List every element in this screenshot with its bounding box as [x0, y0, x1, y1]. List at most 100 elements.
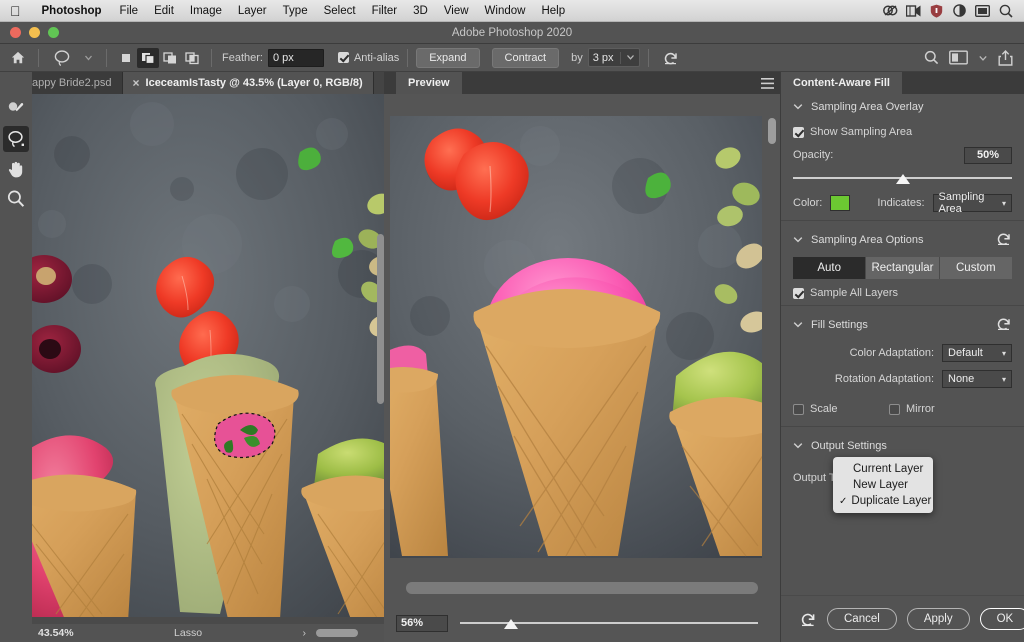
menu-3d[interactable]: 3D [405, 0, 436, 22]
preview-zoom-slider-thumb[interactable] [503, 619, 518, 629]
tool-preset-caret-icon[interactable] [79, 48, 98, 68]
sample-all-layers-checkbox-box[interactable] [793, 287, 804, 299]
share-icon[interactable] [993, 48, 1018, 68]
preview-horizontal-scrollbar-thumb[interactable] [406, 582, 758, 594]
reset-icon[interactable] [799, 611, 817, 627]
status-zoom-level[interactable]: 43.54% [32, 627, 84, 639]
sample-all-layers-checkbox[interactable]: Sample All Layers [793, 287, 1012, 299]
opacity-slider-thumb[interactable] [895, 174, 910, 184]
show-sampling-area-checkbox[interactable]: Show Sampling Area [793, 126, 1012, 138]
screen-icon[interactable] [972, 0, 993, 22]
scale-checkbox[interactable]: Scale [793, 403, 889, 415]
menu-layer[interactable]: Layer [230, 0, 275, 22]
reset-icon[interactable] [995, 231, 1012, 249]
cancel-button[interactable]: Cancel [827, 608, 897, 630]
menu-file[interactable]: File [112, 0, 147, 22]
opacity-slider[interactable] [793, 170, 1012, 186]
scale-checkbox-box[interactable] [793, 403, 804, 415]
tab-content-aware-fill[interactable]: Content-Aware Fill [781, 72, 902, 94]
output-settings-header[interactable]: Output Settings [793, 433, 1012, 459]
mirror-checkbox-box[interactable] [889, 403, 900, 415]
workspace-icon[interactable] [944, 48, 973, 68]
document-tab-happy-bride[interactable]: appy Bride2.psd [22, 72, 123, 94]
mirror-checkbox[interactable]: Mirror [889, 403, 935, 415]
lasso-tool[interactable] [3, 126, 29, 152]
ok-button[interactable]: OK [979, 608, 1024, 630]
subtract-from-selection-icon[interactable] [159, 48, 181, 68]
document-horizontal-scrollbar[interactable] [32, 617, 384, 624]
sampling-overlay-header[interactable]: Sampling Area Overlay [793, 94, 1012, 120]
chevron-down-icon[interactable]: ▾ [1002, 349, 1006, 358]
segment-auto[interactable]: Auto [793, 257, 867, 279]
close-icon[interactable]: × [133, 76, 140, 90]
spotlight-search-icon[interactable] [995, 0, 1016, 22]
creative-cloud-icon[interactable] [880, 0, 901, 22]
menu-help[interactable]: Help [533, 0, 573, 22]
preview-stage[interactable] [390, 116, 762, 558]
indicates-select[interactable]: Sampling Area ▾ [932, 191, 1012, 215]
preview-horizontal-scrollbar-track[interactable] [406, 582, 758, 594]
rotation-adaptation-select[interactable]: None ▾ [942, 370, 1012, 388]
opacity-input[interactable] [964, 146, 1012, 164]
fill-settings-header[interactable]: Fill Settings [793, 312, 1012, 338]
reset-icon[interactable] [995, 316, 1012, 334]
antialias-checkbox[interactable]: Anti-alias [337, 52, 399, 64]
intersect-selection-icon[interactable] [181, 48, 203, 68]
segment-custom[interactable]: Custom [939, 257, 1012, 279]
hand-tool[interactable] [3, 156, 29, 182]
chevron-down-icon[interactable] [793, 235, 803, 245]
spot-healing-brush-tool[interactable] [3, 96, 29, 122]
expand-button[interactable]: Expand [416, 47, 480, 68]
document-canvas[interactable] [32, 94, 384, 642]
chevron-down-icon[interactable] [793, 320, 803, 330]
menu-edit[interactable]: Edit [146, 0, 182, 22]
apply-button[interactable]: Apply [906, 608, 970, 630]
menu-select[interactable]: Select [316, 0, 364, 22]
chevron-down-icon[interactable]: ▾ [1002, 375, 1006, 384]
antialias-checkbox-box[interactable] [337, 52, 349, 63]
output-to-dropdown-menu[interactable]: Current Layer New Layer ✓ Duplicate Laye… [833, 457, 933, 513]
display-capture-icon[interactable] [903, 0, 924, 22]
contract-button[interactable]: Contract [491, 47, 560, 68]
menu-type[interactable]: Type [275, 0, 316, 22]
zoom-tool[interactable] [3, 186, 29, 212]
feather-input[interactable] [267, 48, 324, 67]
menu-image[interactable]: Image [182, 0, 230, 22]
chevron-down-icon[interactable] [793, 102, 803, 112]
menu-photoshop[interactable]: Photoshop [34, 0, 112, 22]
chevron-down-icon[interactable]: ▾ [1002, 199, 1006, 208]
preview-vertical-scrollbar[interactable] [768, 118, 776, 144]
home-icon[interactable] [6, 48, 30, 68]
menu-item-current-layer[interactable]: Current Layer [833, 461, 933, 477]
panel-menu-icon[interactable] [754, 72, 780, 94]
reset-icon[interactable] [657, 48, 684, 68]
status-resize-grip[interactable] [316, 629, 358, 637]
menu-item-new-layer[interactable]: New Layer [833, 477, 933, 493]
by-amount-select[interactable]: 3 px [587, 48, 640, 67]
workspace-chevron-down-icon[interactable] [973, 48, 993, 68]
menu-window[interactable]: Window [477, 0, 534, 22]
chevron-down-icon[interactable] [793, 441, 803, 451]
menu-item-duplicate-layer[interactable]: ✓ Duplicate Layer [833, 493, 933, 509]
shield-icon[interactable] [926, 0, 947, 22]
add-to-selection-icon[interactable] [137, 47, 159, 68]
lasso-tool-icon[interactable] [47, 48, 79, 68]
search-icon[interactable] [919, 48, 944, 68]
document-tab-icecream[interactable]: × IceceamIsTasty @ 43.5% (Layer 0, RGB/8… [122, 72, 374, 94]
document-vertical-scrollbar[interactable] [377, 234, 384, 404]
status-expand-arrow-icon[interactable]: › [293, 627, 317, 639]
preview-zoom-slider[interactable] [460, 615, 758, 631]
overlay-color-swatch[interactable] [830, 195, 851, 211]
apple-logo-icon[interactable]:  [10, 4, 21, 18]
menu-view[interactable]: View [436, 0, 477, 22]
show-sampling-area-checkbox-box[interactable] [793, 126, 804, 138]
segment-rectangular[interactable]: Rectangular [866, 257, 940, 279]
chevron-down-icon[interactable] [619, 51, 635, 64]
color-adaptation-select[interactable]: Default ▾ [942, 344, 1012, 362]
preview-zoom-input[interactable] [396, 614, 448, 632]
menu-filter[interactable]: Filter [364, 0, 406, 22]
contrast-icon[interactable] [949, 0, 970, 22]
new-selection-icon[interactable] [115, 48, 137, 68]
tab-preview[interactable]: Preview [396, 72, 462, 94]
sampling-options-header[interactable]: Sampling Area Options [793, 227, 1012, 253]
